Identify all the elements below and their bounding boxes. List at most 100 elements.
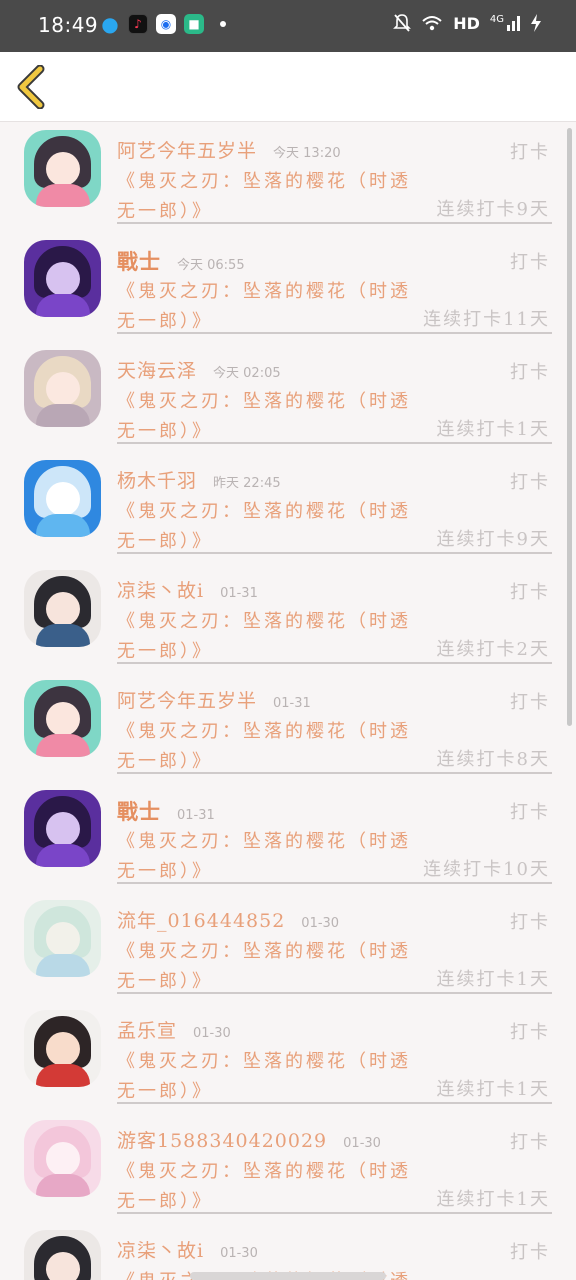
streak-count: 连续打卡1天 bbox=[436, 1189, 550, 1210]
name-line: 阿艺今年五岁半 01-31 bbox=[117, 686, 311, 714]
list-item[interactable]: 戰士 今天 06:55 打卡 《鬼灭之刃：坠落的樱花（时透 无一郎）》 连续打卡… bbox=[0, 232, 576, 342]
list-item[interactable]: 流年_016444852 01-30 打卡 《鬼灭之刃：坠落的樱花（时透 无一郎… bbox=[0, 892, 576, 1002]
streak-count: 连续打卡10天 bbox=[423, 859, 550, 880]
user-name[interactable]: 流年_016444852 bbox=[117, 906, 285, 933]
checkin-label: 打卡 bbox=[510, 1242, 550, 1263]
avatar[interactable] bbox=[24, 460, 101, 537]
network-type: HD bbox=[453, 13, 480, 33]
avatar[interactable] bbox=[24, 1230, 101, 1280]
divider bbox=[117, 992, 552, 994]
avatar-body bbox=[36, 184, 90, 207]
list-item[interactable]: 天海云泽 今天 02:05 打卡 《鬼灭之刃：坠落的樱花（时透 无一郎）》 连续… bbox=[0, 342, 576, 452]
list-item[interactable]: 阿艺今年五岁半 01-31 打卡 《鬼灭之刃：坠落的樱花（时透 无一郎）》 连续… bbox=[0, 672, 576, 782]
name-line: 阿艺今年五岁半 今天 13:20 bbox=[117, 136, 341, 164]
mute-bell-icon bbox=[393, 14, 412, 32]
avatar-face bbox=[46, 262, 80, 296]
book-title-line1: 《鬼灭之刃：坠落的樱花（时透 bbox=[117, 721, 411, 742]
book-title-line2: 无一郎）》 bbox=[117, 311, 213, 332]
divider bbox=[117, 222, 552, 224]
tiktok-icon: ♪ bbox=[128, 14, 148, 34]
streak-count: 连续打卡1天 bbox=[436, 419, 550, 440]
book-title-line2: 无一郎）》 bbox=[117, 201, 213, 222]
avatar-face bbox=[46, 702, 80, 736]
user-name[interactable]: 凉柒丶故i bbox=[117, 1236, 204, 1263]
name-line: 游客1588340420029 01-30 bbox=[117, 1126, 381, 1154]
user-name[interactable]: 戰士 bbox=[117, 246, 161, 276]
user-name[interactable]: 孟乐宣 bbox=[117, 1016, 177, 1043]
book-title-line1: 《鬼灭之刃：坠落的樱花（时透 bbox=[117, 611, 411, 632]
avatar-face bbox=[46, 1032, 80, 1066]
book-title-line1: 《鬼灭之刃：坠落的樱花（时透 bbox=[117, 171, 411, 192]
avatar[interactable] bbox=[24, 1120, 101, 1197]
user-name[interactable]: 阿艺今年五岁半 bbox=[117, 136, 257, 163]
qq-icon: ● bbox=[101, 12, 119, 36]
messages-icon: ■ bbox=[184, 14, 204, 34]
list-item[interactable]: 阿艺今年五岁半 今天 13:20 打卡 《鬼灭之刃：坠落的樱花（时透 无一郎）》… bbox=[0, 122, 576, 232]
signal-label: 4G bbox=[489, 13, 504, 25]
book-title-line1: 《鬼灭之刃：坠落的樱花（时透 bbox=[117, 1051, 411, 1072]
avatar-body bbox=[36, 1064, 90, 1087]
checkin-label: 打卡 bbox=[510, 582, 550, 603]
checkin-label: 打卡 bbox=[510, 1022, 550, 1043]
post-time: 01-31 bbox=[177, 808, 215, 823]
streak-count: 连续打卡11天 bbox=[423, 309, 550, 330]
avatar[interactable] bbox=[24, 900, 101, 977]
status-indicators: HD 4G bbox=[393, 13, 542, 33]
signal-icon bbox=[507, 16, 520, 31]
streak-count: 连续打卡9天 bbox=[436, 199, 550, 220]
chevron-left-icon[interactable] bbox=[14, 65, 48, 109]
post-time: 01-31 bbox=[273, 696, 311, 711]
avatar-face bbox=[46, 1252, 80, 1280]
user-name[interactable]: 戰士 bbox=[117, 796, 161, 826]
list-item[interactable]: 游客1588340420029 01-30 打卡 《鬼灭之刃：坠落的樱花（时透 … bbox=[0, 1112, 576, 1222]
avatar-body bbox=[36, 734, 90, 757]
divider bbox=[117, 662, 552, 664]
charging-icon bbox=[531, 14, 541, 32]
checkin-label: 打卡 bbox=[510, 472, 550, 493]
post-time: 今天 06:55 bbox=[177, 258, 245, 273]
user-name[interactable]: 杨木千羽 bbox=[117, 466, 197, 493]
post-time: 今天 02:05 bbox=[213, 366, 281, 381]
user-name[interactable]: 凉柒丶故i bbox=[117, 576, 204, 603]
checkin-label: 打卡 bbox=[510, 1132, 550, 1153]
scrollbar[interactable] bbox=[567, 128, 572, 726]
name-line: 凉柒丶故i 01-30 bbox=[117, 1236, 258, 1264]
checkin-label: 打卡 bbox=[510, 802, 550, 823]
checkin-label: 打卡 bbox=[510, 362, 550, 383]
avatar[interactable] bbox=[24, 350, 101, 427]
post-time: 01-30 bbox=[343, 1136, 381, 1151]
user-name[interactable]: 阿艺今年五岁半 bbox=[117, 686, 257, 713]
top-nav-bar bbox=[0, 52, 576, 122]
book-title-line2: 无一郎）》 bbox=[117, 971, 213, 992]
post-time: 昨天 22:45 bbox=[213, 476, 281, 491]
notification-dot-icon bbox=[220, 21, 226, 27]
book-title-line1: 《鬼灭之刃：坠落的樱花（时透 bbox=[117, 391, 411, 412]
divider bbox=[117, 1212, 552, 1214]
avatar[interactable] bbox=[24, 790, 101, 867]
book-title-line2: 无一郎）》 bbox=[117, 421, 213, 442]
streak-count: 连续打卡2天 bbox=[436, 639, 550, 660]
list-item[interactable]: 戰士 01-31 打卡 《鬼灭之刃：坠落的樱花（时透 无一郎）》 连续打卡10天 bbox=[0, 782, 576, 892]
avatar-body bbox=[36, 404, 90, 427]
avatar[interactable] bbox=[24, 570, 101, 647]
home-indicator[interactable] bbox=[190, 1272, 386, 1280]
avatar-body bbox=[36, 1174, 90, 1197]
list-item[interactable]: 杨木千羽 昨天 22:45 打卡 《鬼灭之刃：坠落的樱花（时透 无一郎）》 连续… bbox=[0, 452, 576, 562]
book-title-line1: 《鬼灭之刃：坠落的樱花（时透 bbox=[117, 1161, 411, 1182]
list-item[interactable]: 凉柒丶故i 01-31 打卡 《鬼灭之刃：坠落的樱花（时透 无一郎）》 连续打卡… bbox=[0, 562, 576, 672]
user-name[interactable]: 天海云泽 bbox=[117, 356, 197, 383]
avatar[interactable] bbox=[24, 1010, 101, 1087]
name-line: 戰士 01-31 bbox=[117, 796, 215, 824]
list-item[interactable]: 孟乐宣 01-30 打卡 《鬼灭之刃：坠落的樱花（时透 无一郎）》 连续打卡1天 bbox=[0, 1002, 576, 1112]
avatar[interactable] bbox=[24, 130, 101, 207]
user-name[interactable]: 游客1588340420029 bbox=[117, 1126, 327, 1153]
name-line: 戰士 今天 06:55 bbox=[117, 246, 245, 274]
checkin-list[interactable]: 阿艺今年五岁半 今天 13:20 打卡 《鬼灭之刃：坠落的樱花（时透 无一郎）》… bbox=[0, 122, 576, 1280]
avatar[interactable] bbox=[24, 680, 101, 757]
book-title-line1: 《鬼灭之刃：坠落的樱花（时透 bbox=[117, 941, 411, 962]
avatar-body bbox=[36, 624, 90, 647]
name-line: 孟乐宣 01-30 bbox=[117, 1016, 231, 1044]
avatar[interactable] bbox=[24, 240, 101, 317]
divider bbox=[117, 552, 552, 554]
avatar-body bbox=[36, 294, 90, 317]
